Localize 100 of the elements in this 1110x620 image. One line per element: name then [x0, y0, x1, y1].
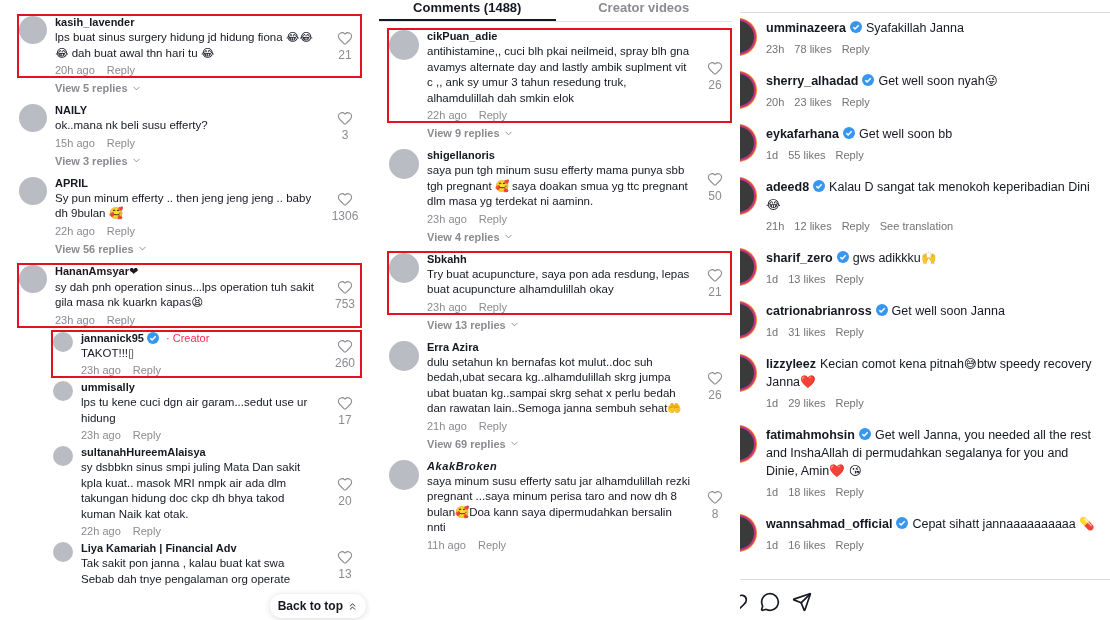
reply-link[interactable]: Reply: [835, 326, 864, 338]
comment-text: eykafarhana Get well soon bb: [766, 126, 953, 143]
comment-text: wannsahmad_official Cepat sihatt jannaaaaaaaaaa 💊: [766, 516, 1096, 533]
timestamp: 1d: [766, 397, 779, 409]
comment-text: lizzyleez Kecian comot kena pitnah😅btw speedy recovery Janna❤: [766, 356, 1093, 391]
view-replies-link[interactable]: View 5 replies: [55, 82, 142, 94]
like-count: 18 likes: [788, 486, 826, 498]
like-count: 23 likes: [794, 96, 832, 108]
like-count: 17: [338, 413, 352, 427]
view-replies-link[interactable]: View 3 replies: [55, 154, 142, 167]
double-chevron-up-icon: [347, 600, 358, 612]
timestamp: 22h ago: [427, 109, 467, 121]
comment-text: saya minum susu efferty satu jar alhamdulillah rezki pregnant ...saya minum perisa taro and now dh 8 bulan🥰Doa kann saya dipermudahkan bersalin nnti: [427, 473, 692, 535]
like-count: 13: [338, 566, 352, 581]
username[interactable]: Erra Azira: [427, 340, 479, 353]
reply-link[interactable]: Reply: [478, 109, 507, 121]
reply-link[interactable]: Reply: [835, 273, 864, 285]
like-count: 50: [708, 188, 722, 203]
comment-text: sy dsbbkn sinus smpi juling Mata Dan sakit kpla kuat.. masok MRI nmpk air ada dlm takungan hidung doc ckp dh bhya takod kuman Naik kat otak.: [81, 460, 302, 522]
reply-link[interactable]: Reply: [106, 136, 135, 149]
tab[interactable]: Creator videos: [555, 0, 732, 21]
reply-link[interactable]: Reply: [835, 149, 864, 161]
timestamp: 22h ago: [81, 525, 121, 537]
comment-text: lps tu kene cuci dgn air garam...sedut use ur hidung: [81, 395, 309, 426]
timestamp: 22h ago: [55, 224, 95, 237]
comment-text: Sy pun minum efferty .. then jeng jeng jeng .. baby dh 9bulan 🥰: [55, 190, 313, 221]
like-count: 12 likes: [794, 220, 832, 232]
comment-text: dulu setahun kn bernafas kot mulut..doc suh bedah,ubat secara kg..alhamdulillah skrg jumpa ubat buatan kg..sampai skrg sehat x perlu bedah dan rawatan lain..Semoga janna sembuh sehat🤲: [427, 354, 683, 416]
like-count: 29 likes: [788, 397, 826, 409]
like-count: 8: [711, 507, 719, 521]
reply-link[interactable]: Reply: [835, 397, 864, 409]
comment-text: adeed8 Kalau D sangat tak menokoh keperibadian Dini 😂: [766, 179, 1091, 214]
comment-text: umminazeera Syafakillah Janna: [766, 20, 964, 37]
timestamp: 15h ago: [55, 136, 95, 149]
comment-text: antihistamine,, cuci blh pkai neilmeid, spray blh gna avamys alternate day and lastly ambik suplment vit c ,, ank sy umur 3 tahun resedung truk, alhamdulillah dah smkin elok: [427, 44, 691, 106]
reply-link[interactable]: Reply: [478, 419, 507, 432]
reply-link[interactable]: Reply: [835, 486, 864, 498]
timestamp: 1d: [766, 486, 779, 498]
like-count: 3: [341, 128, 349, 143]
username[interactable]: sultanahHureemAlaisya: [81, 446, 206, 458]
comment-icon[interactable]: [760, 592, 780, 612]
comment-text: TAKOT!!!▯: [81, 345, 136, 361]
username[interactable]: shigellanoris: [427, 149, 495, 161]
reply-link[interactable]: Reply: [841, 220, 870, 232]
like-count: 21: [708, 284, 722, 299]
reply-link[interactable]: Reply: [841, 96, 870, 108]
translation-link[interactable]: See translation: [879, 220, 954, 232]
username[interactable]: HananAmsyar❤: [55, 264, 139, 278]
timestamp: 20h ago: [55, 64, 95, 76]
avatar[interactable]: [19, 264, 47, 293]
reply-link[interactable]: Reply: [132, 525, 161, 537]
username[interactable]: Liya Kamariah | Financial Adv: [81, 542, 237, 554]
comment-text: Try buat acupuncture, saya pon ada resdung, lepas buat acupuncture alhamdulillah okay: [427, 266, 691, 297]
reply-link[interactable]: Reply: [478, 300, 507, 313]
reply-link[interactable]: Reply: [478, 212, 507, 225]
avatar[interactable]: [53, 331, 73, 352]
reply-link[interactable]: Reply: [477, 538, 507, 551]
reply-link[interactable]: Reply: [106, 224, 135, 237]
like-count: 1306: [331, 208, 359, 223]
username[interactable]: AkakBroken: [427, 459, 498, 472]
like-count: 78 likes: [794, 43, 832, 55]
reply-link[interactable]: Reply: [132, 429, 161, 441]
username[interactable]: Sbkahh: [427, 252, 467, 265]
timestamp: 23h ago: [427, 212, 467, 225]
tab[interactable]: Comments (1488): [379, 0, 556, 21]
username[interactable]: kasih_lavender: [55, 16, 135, 28]
reply-link[interactable]: Reply: [132, 364, 161, 376]
back-to-top-button[interactable]: Back to top: [269, 594, 366, 618]
username[interactable]: ummisally: [81, 381, 135, 393]
reply-link[interactable]: Reply: [106, 64, 135, 76]
username[interactable]: jannanick95: [81, 331, 144, 344]
send-icon[interactable]: [792, 592, 812, 612]
timestamp: 1d: [766, 273, 779, 285]
comment-text: sherry_alhadad Get well soon nyah😜: [766, 73, 998, 90]
timestamp: 21h ago: [427, 419, 467, 432]
comment-text: sharif_zero gws adikkku🙌: [766, 250, 937, 267]
view-replies-link[interactable]: View 13 replies: [427, 318, 520, 331]
view-replies-link[interactable]: View 4 replies: [427, 230, 514, 243]
view-replies-link[interactable]: View 56 replies: [55, 242, 148, 255]
timestamp: 23h ago: [81, 364, 121, 376]
comment-text: Tak sakit pon janna , kalau buat kat swa Sebab dah tnye pengalaman org operate: [81, 556, 292, 587]
username[interactable]: APRIL: [55, 176, 88, 189]
like-count: 13 likes: [788, 273, 826, 285]
comment-text: ok..mana nk beli susu efferty?: [55, 118, 209, 133]
timestamp: 23h ago: [427, 300, 467, 313]
like-count: 260: [335, 355, 355, 370]
avatar[interactable]: [389, 252, 419, 283]
like-count: 21: [338, 48, 352, 62]
like-count: 753: [335, 297, 355, 311]
username[interactable]: NAILY: [55, 104, 87, 116]
timestamp: 23h ago: [55, 313, 95, 326]
username[interactable]: cikPuan_adie: [427, 30, 498, 42]
comment-text: fatimahmohsin Get well Janna, you needed all the rest and InshaAllah di permudahkan segalanya for you and Dinie, Amin❤ 😘: [766, 427, 1092, 480]
reply-link[interactable]: Reply: [835, 539, 864, 551]
reply-link[interactable]: Reply: [106, 313, 135, 326]
view-replies-link[interactable]: View 9 replies: [427, 127, 514, 139]
like-count: 55 likes: [788, 149, 826, 161]
view-replies-link[interactable]: View 69 replies: [427, 437, 520, 450]
like-count: 31 likes: [788, 326, 826, 338]
reply-link[interactable]: Reply: [841, 43, 870, 55]
